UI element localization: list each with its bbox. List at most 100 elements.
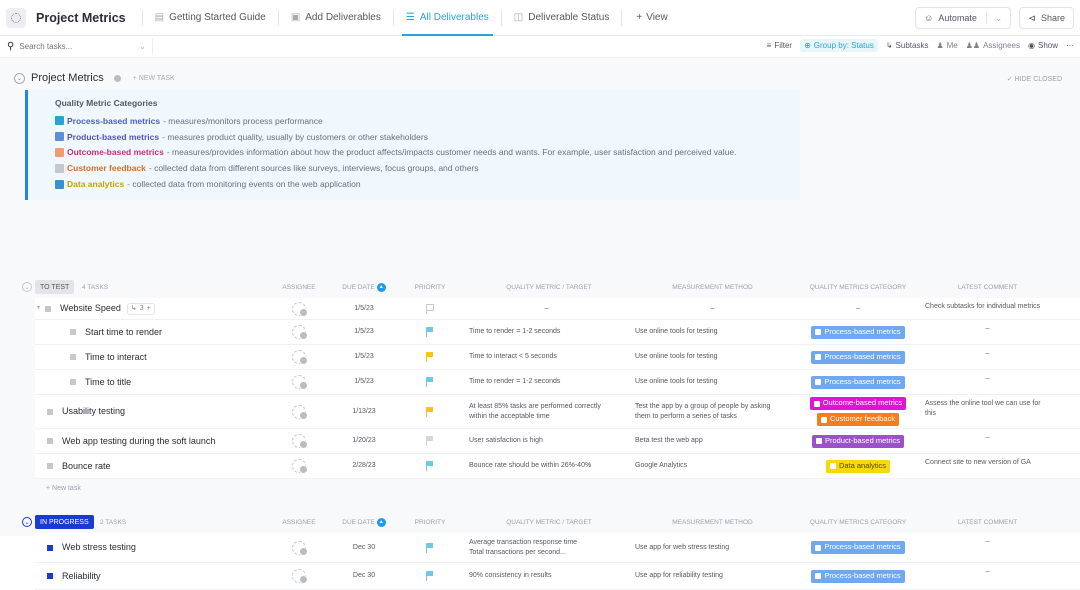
column-header-category[interactable]: QUALITY METRICS CATEGORY: [798, 284, 918, 291]
priority-flag-icon[interactable]: [426, 352, 434, 362]
due-date[interactable]: 1/5/23: [339, 370, 389, 394]
task-name[interactable]: Start time to render: [85, 326, 162, 339]
add-assignee-icon[interactable]: [292, 434, 306, 448]
sort-ascending-icon[interactable]: ▲: [377, 518, 386, 527]
tab-deliverable-status[interactable]: ◫ Deliverable Status: [510, 0, 614, 36]
add-assignee-icon[interactable]: [292, 459, 306, 473]
priority-flag-icon[interactable]: [426, 327, 434, 337]
task-row[interactable]: Time to title1/5/23Time to render = 1-2 …: [35, 370, 1080, 395]
add-assignee-icon[interactable]: [292, 302, 306, 316]
category-tag[interactable]: Process-based metrics: [811, 351, 904, 364]
task-row[interactable]: Time to interact1/5/23Time to interact <…: [35, 345, 1080, 370]
task-row[interactable]: Web stress testingDec 30Average transact…: [35, 533, 1080, 563]
category-tag[interactable]: Process-based metrics: [811, 541, 904, 554]
search-input[interactable]: [19, 42, 134, 51]
show-button[interactable]: ◉Show: [1028, 41, 1058, 50]
task-name[interactable]: Website Speed: [60, 302, 121, 315]
due-date[interactable]: 1/20/23: [339, 429, 389, 453]
subtask-count[interactable]: ↳3+: [127, 303, 155, 315]
chevron-down-icon[interactable]: ⌄: [986, 13, 1003, 24]
space-icon[interactable]: [6, 8, 26, 28]
due-date[interactable]: 1/5/23: [339, 345, 389, 369]
column-header-measurement-method[interactable]: MEASUREMENT METHOD: [635, 284, 790, 291]
column-header-quality-metric[interactable]: QUALITY METRIC / TARGET: [469, 284, 629, 291]
priority-flag-icon[interactable]: [426, 407, 434, 417]
task-row[interactable]: ReliabilityDec 3090% consistency in resu…: [35, 563, 1080, 590]
category-tag[interactable]: Outcome-based metrics: [810, 397, 907, 410]
assignees-button[interactable]: ♟♟Assignees: [966, 41, 1020, 50]
task-name[interactable]: Usability testing: [62, 405, 125, 418]
category-tag[interactable]: Data analytics: [826, 460, 890, 473]
new-task-button[interactable]: + New task: [46, 485, 81, 492]
status-square-icon[interactable]: [70, 329, 76, 335]
status-square-icon[interactable]: [47, 545, 53, 551]
column-header-assignee[interactable]: ASSIGNEE: [279, 284, 319, 291]
priority-flag-icon[interactable]: [426, 377, 434, 387]
status-square-icon[interactable]: [70, 379, 76, 385]
task-row[interactable]: Bounce rate2/28/23Bounce rate should be …: [35, 454, 1080, 479]
task-row[interactable]: Usability testing1/13/23At least 85% tas…: [35, 395, 1080, 429]
column-header-latest-comment[interactable]: LATEST COMMENT: [925, 284, 1050, 291]
priority-flag-icon[interactable]: [426, 436, 434, 446]
sort-ascending-icon[interactable]: ▲: [377, 283, 386, 292]
category-tag[interactable]: Customer feedback: [817, 413, 899, 426]
tab-add-deliverables[interactable]: ▣ Add Deliverables: [287, 0, 385, 36]
collapse-icon[interactable]: ⌄: [22, 517, 32, 527]
task-name[interactable]: Time to interact: [85, 351, 147, 364]
task-name[interactable]: Reliability: [62, 570, 101, 583]
category-tag[interactable]: Product-based metrics: [812, 435, 904, 448]
task-name[interactable]: Time to title: [85, 376, 131, 389]
collapse-icon[interactable]: ⌄: [22, 282, 32, 292]
status-badge[interactable]: TO TEST: [35, 280, 74, 294]
expand-caret-icon[interactable]: ▾: [37, 304, 40, 312]
task-row[interactable]: Start time to render1/5/23Time to render…: [35, 320, 1080, 345]
column-header-category[interactable]: QUALITY METRICS CATEGORY: [798, 519, 918, 526]
me-button[interactable]: ♟Me: [936, 41, 957, 50]
status-square-icon[interactable]: [47, 573, 53, 579]
category-tag[interactable]: Process-based metrics: [811, 376, 904, 389]
column-header-due-date[interactable]: DUE DATE▲: [324, 283, 404, 292]
search-box[interactable]: ⚲ ⌄: [7, 39, 153, 55]
info-icon[interactable]: [114, 75, 121, 82]
status-square-icon[interactable]: [47, 438, 53, 444]
category-tag[interactable]: Process-based metrics: [811, 570, 904, 583]
task-row[interactable]: Web app testing during the soft launch 1/…: [35, 429, 1080, 454]
priority-flag-icon[interactable]: [426, 304, 434, 314]
hide-closed-toggle[interactable]: ✓ HIDE CLOSED: [1007, 75, 1062, 83]
due-date[interactable]: 1/5/23: [339, 320, 389, 344]
priority-flag-icon[interactable]: [426, 543, 434, 553]
due-date[interactable]: 1/5/23: [339, 298, 389, 319]
due-date[interactable]: 2/28/23: [339, 454, 389, 478]
add-assignee-icon[interactable]: [292, 350, 306, 364]
task-name[interactable]: Web app testing during the soft launch: [62, 435, 215, 448]
status-square-icon[interactable]: [47, 463, 53, 469]
add-assignee-icon[interactable]: [292, 541, 306, 555]
chevron-down-icon[interactable]: ⌄: [139, 42, 146, 51]
column-header-measurement-method[interactable]: MEASUREMENT METHOD: [635, 519, 790, 526]
add-assignee-icon[interactable]: [292, 405, 306, 419]
status-square-icon[interactable]: [47, 409, 53, 415]
collapse-icon[interactable]: ⌄: [14, 73, 25, 84]
column-header-assignee[interactable]: ASSIGNEE: [279, 519, 319, 526]
task-name[interactable]: Web stress testing: [62, 541, 136, 554]
plus-icon[interactable]: +: [147, 304, 151, 314]
status-badge[interactable]: IN PROGRESS: [35, 515, 94, 529]
due-date[interactable]: Dec 30: [339, 533, 389, 562]
tab-all-deliverables[interactable]: ☰ All Deliverables: [402, 0, 493, 36]
column-header-priority[interactable]: PRIORITY: [400, 284, 460, 291]
task-row[interactable]: ▾Website Speed↳3+1/5/23–––Check subtasks…: [35, 298, 1080, 320]
filter-button[interactable]: ≡Filter: [767, 41, 792, 50]
due-date[interactable]: Dec 30: [339, 563, 389, 589]
add-assignee-icon[interactable]: [292, 375, 306, 389]
column-header-latest-comment[interactable]: LATEST COMMENT: [925, 519, 1050, 526]
add-assignee-icon[interactable]: [292, 325, 306, 339]
category-tag[interactable]: Process-based metrics: [811, 326, 904, 339]
status-square-icon[interactable]: [45, 306, 51, 312]
column-header-due-date[interactable]: DUE DATE▲: [324, 518, 404, 527]
subtasks-button[interactable]: ↳Subtasks: [886, 41, 929, 50]
group-by-button[interactable]: ⊕Group by: Status: [800, 39, 878, 52]
due-date[interactable]: 1/13/23: [339, 395, 389, 428]
automate-button[interactable]: ☺ Automate ⌄: [915, 7, 1011, 29]
column-header-priority[interactable]: PRIORITY: [400, 519, 460, 526]
share-button[interactable]: ⊲ Share: [1019, 7, 1074, 29]
